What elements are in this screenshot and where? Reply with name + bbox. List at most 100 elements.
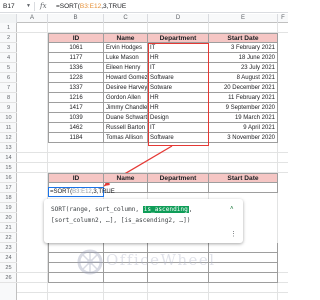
formula-suffix: ,3,TRUE [101,3,127,10]
result-cell[interactable] [148,273,209,283]
row-header[interactable]: 1 [0,23,17,33]
more-vert-icon[interactable]: ⋮ [230,230,237,238]
row-header[interactable]: 17 [0,183,17,193]
row-header[interactable]: 13 [0,143,17,153]
cell-id[interactable]: 1228 [48,73,104,83]
row-header[interactable]: 3 [0,43,17,53]
cell-start-date[interactable]: 20 December 2021 [209,83,278,93]
source-header-id: ID [48,33,104,43]
result-cell[interactable] [209,263,278,273]
cell-name[interactable]: Desiree Harvey [104,83,148,93]
cell-name[interactable]: Luke Mason [104,53,148,63]
row-header[interactable]: 2 [0,33,17,43]
row-header[interactable]: 23 [0,243,17,253]
row-header[interactable]: 6 [0,73,17,83]
result-cell[interactable] [209,273,278,283]
cell-name[interactable]: Ervin Hodges [104,43,148,53]
column-header-a[interactable]: A [17,14,48,23]
cell-name[interactable]: Russell Barton [104,123,148,133]
row-header[interactable]: 14 [0,153,17,163]
row-header[interactable]: 9 [0,103,17,113]
cell-start-date[interactable]: 9 April 2021 [209,123,278,133]
cell-id[interactable]: 1462 [48,123,104,133]
result-cell[interactable] [209,183,278,193]
cell-start-date[interactable]: 23 July 2021 [209,63,278,73]
active-parameter: is_ascending [142,206,189,213]
cell-id[interactable]: 1039 [48,113,104,123]
name-box-dropdown-icon[interactable]: ▼ [26,3,31,9]
result-header-start-date: Start Date [209,173,278,183]
result-cell[interactable] [148,183,209,193]
row-header[interactable]: 25 [0,263,17,273]
cell-start-date[interactable]: 3 February 2021 [209,43,278,53]
cell-start-date[interactable]: 3 November 2020 [209,133,278,143]
fx-icon: fx [40,2,47,10]
signature-prefix: SORT(range, sort_column, [51,206,143,213]
source-header-name: Name [104,33,148,43]
row-header[interactable]: 21 [0,223,17,233]
column-header-b[interactable]: B [48,14,104,23]
result-header-department: Department [148,173,209,183]
row-header[interactable]: 4 [0,53,17,63]
source-header-department: Department [148,33,209,43]
function-help-tooltip: SORT(range, sort_column, is_ascending, [… [44,199,243,243]
cell-name[interactable]: Eileen Henry [104,63,148,73]
cell-start-date[interactable]: 18 June 2020 [209,53,278,63]
result-cell[interactable] [209,253,278,263]
cell-id[interactable]: 1337 [48,83,104,93]
row-header[interactable]: 7 [0,83,17,93]
gridline [17,162,288,163]
result-header-name: Name [104,173,148,183]
source-header-start-date: Start Date [209,33,278,43]
row-header[interactable]: 5 [0,63,17,73]
cell-name[interactable]: Gordon Allen [104,93,148,103]
row-header[interactable]: 24 [0,253,17,263]
result-header-id: ID [48,173,104,183]
row-header[interactable]: 26 [0,273,17,283]
cell-id[interactable]: 1417 [48,103,104,113]
cell-name[interactable]: Howard Gomez [104,73,148,83]
column-header-c[interactable]: C [104,14,148,23]
column-headers: A B C D E F [0,14,288,23]
cell-name[interactable]: Tomas Allison [104,133,148,143]
result-cell[interactable] [104,273,148,283]
row-header[interactable]: 11 [0,123,17,133]
formula-range: B3:E12 [79,3,102,10]
department-column-highlight [148,43,209,146]
row-header[interactable]: 16 [0,173,17,183]
row-header[interactable]: 22 [0,233,17,243]
cell-id[interactable]: 1177 [48,53,104,63]
row-header[interactable]: 10 [0,113,17,123]
collapse-chevron-icon[interactable]: ˄ [230,206,234,212]
cell-start-date[interactable]: 9 September 2020 [209,103,278,113]
result-cell[interactable] [209,243,278,253]
formula-input[interactable]: =SORT(B3:E12,3,TRUE [56,3,126,10]
select-all-corner[interactable] [0,14,17,23]
cell-start-date[interactable]: 11 February 2021 [209,93,278,103]
cell-name[interactable]: Jimmy Chandler [104,103,148,113]
cell-id[interactable]: 1336 [48,63,104,73]
cell-start-date[interactable]: 8 August 2021 [209,73,278,83]
row-header[interactable]: 12 [0,133,17,143]
row-header[interactable]: 19 [0,203,17,213]
cell-id[interactable]: 1184 [48,133,104,143]
formula-bar: B17 ▼ fx =SORT(B3:E12,3,TRUE [0,0,288,13]
cell-start-date[interactable]: 19 March 2021 [209,113,278,123]
row-header[interactable]: 15 [0,163,17,173]
cell-name[interactable]: Duane Schwartz [104,113,148,123]
cell-id[interactable]: 1061 [48,43,104,53]
row-header[interactable]: 8 [0,93,17,103]
signature-comma: , [188,206,193,213]
column-header-d[interactable]: D [148,14,209,23]
active-formula-prefix: =SORT( [50,189,73,195]
row-header[interactable]: 20 [0,213,17,223]
row-header[interactable]: 18 [0,193,17,203]
active-formula-range: B3:E12 [72,189,92,195]
function-signature-line2: [sort_column2, …], [is_ascending2, …]) [51,217,191,224]
cell-id[interactable]: 1216 [48,93,104,103]
column-header-e[interactable]: E [209,14,278,23]
watermark-text: OfficeWheel [106,251,216,269]
name-box[interactable]: B17 [3,3,15,10]
active-cell-formula[interactable]: =SORT(B3:E12,3,TRUE [50,187,115,197]
column-header-f[interactable]: F [278,14,288,23]
